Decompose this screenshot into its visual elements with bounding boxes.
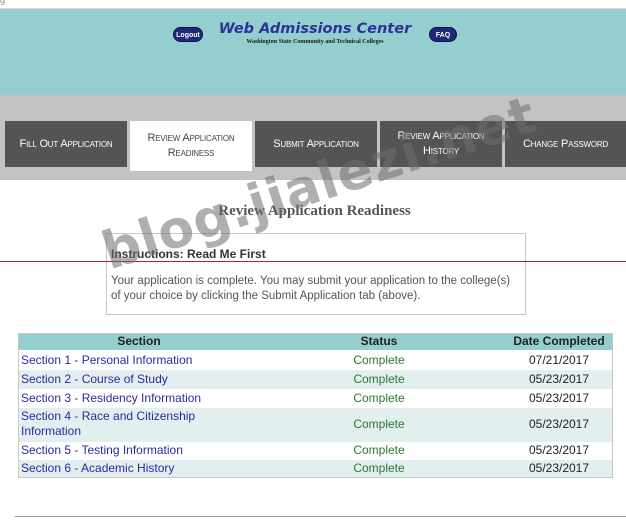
- tab-review-application-history[interactable]: Review Application History: [380, 121, 502, 167]
- status-text: Complete: [353, 443, 405, 457]
- sections-table: Section Status Date Completed Section 1 …: [18, 333, 613, 478]
- top-strip-text: g: [0, 0, 6, 5]
- status-text: Complete: [353, 391, 405, 405]
- page-title: Review Application Readiness: [218, 203, 411, 219]
- status-text: Complete: [353, 417, 405, 431]
- footer-divider: [15, 516, 626, 517]
- section-link[interactable]: Section 4 - Race and Citizenship Informa…: [21, 409, 206, 439]
- date-text: 05/23/2017: [528, 461, 590, 475]
- logout-button[interactable]: Logout: [173, 27, 203, 42]
- table-row: Section 2 - Course of Study Complete 05/…: [19, 370, 612, 389]
- table-header-row: Section Status Date Completed: [19, 334, 612, 350]
- divider-line: [0, 261, 626, 262]
- tab-fill-out-application[interactable]: Fill Out Application: [5, 121, 127, 167]
- instructions-body: Your application is complete. You may su…: [111, 275, 511, 302]
- site-title: Web Admissions Center: [218, 21, 412, 37]
- table-row: Section 5 - Testing Information Complete…: [19, 442, 612, 461]
- section-link[interactable]: Section 6 - Academic History: [21, 461, 174, 475]
- date-text: 07/21/2017: [528, 353, 590, 367]
- status-text: Complete: [353, 461, 405, 475]
- tab-review-application-readiness[interactable]: Review Application Readiness: [130, 121, 252, 171]
- table-row: Section 4 - Race and Citizenship Informa…: [19, 408, 612, 442]
- status-text: Complete: [353, 372, 405, 386]
- section-link[interactable]: Section 1 - Personal Information: [21, 353, 192, 367]
- instructions-box: Instructions: Read Me First Your applica…: [106, 233, 526, 315]
- table-row: Section 3 - Residency Information Comple…: [19, 389, 612, 408]
- tab-submit-application[interactable]: Submit Application: [255, 121, 377, 167]
- section-link[interactable]: Section 3 - Residency Information: [21, 391, 201, 405]
- top-strip: g: [0, 0, 626, 9]
- section-link[interactable]: Section 2 - Course of Study: [21, 372, 168, 386]
- date-text: 05/23/2017: [528, 443, 590, 457]
- table-row: Section 6 - Academic History Complete 05…: [19, 460, 612, 477]
- date-text: 05/23/2017: [528, 391, 590, 405]
- site-header: Logout Web Admissions Center Washington …: [0, 9, 626, 95]
- tab-change-password[interactable]: Change Password: [505, 121, 626, 167]
- column-header-date-completed: Date Completed: [513, 334, 605, 348]
- column-header-section: Section: [117, 334, 161, 348]
- date-text: 05/23/2017: [528, 417, 590, 431]
- faq-button[interactable]: FAQ: [429, 27, 457, 42]
- column-header-status: Status: [360, 334, 398, 348]
- table-row: Section 1 - Personal Information Complet…: [19, 351, 612, 370]
- site-subtitle: Washington State Community and Technical…: [246, 39, 384, 45]
- status-text: Complete: [353, 353, 405, 367]
- instructions-heading: Instructions: Read Me First: [111, 247, 266, 261]
- date-text: 05/23/2017: [528, 372, 590, 386]
- section-link[interactable]: Section 5 - Testing Information: [21, 443, 183, 457]
